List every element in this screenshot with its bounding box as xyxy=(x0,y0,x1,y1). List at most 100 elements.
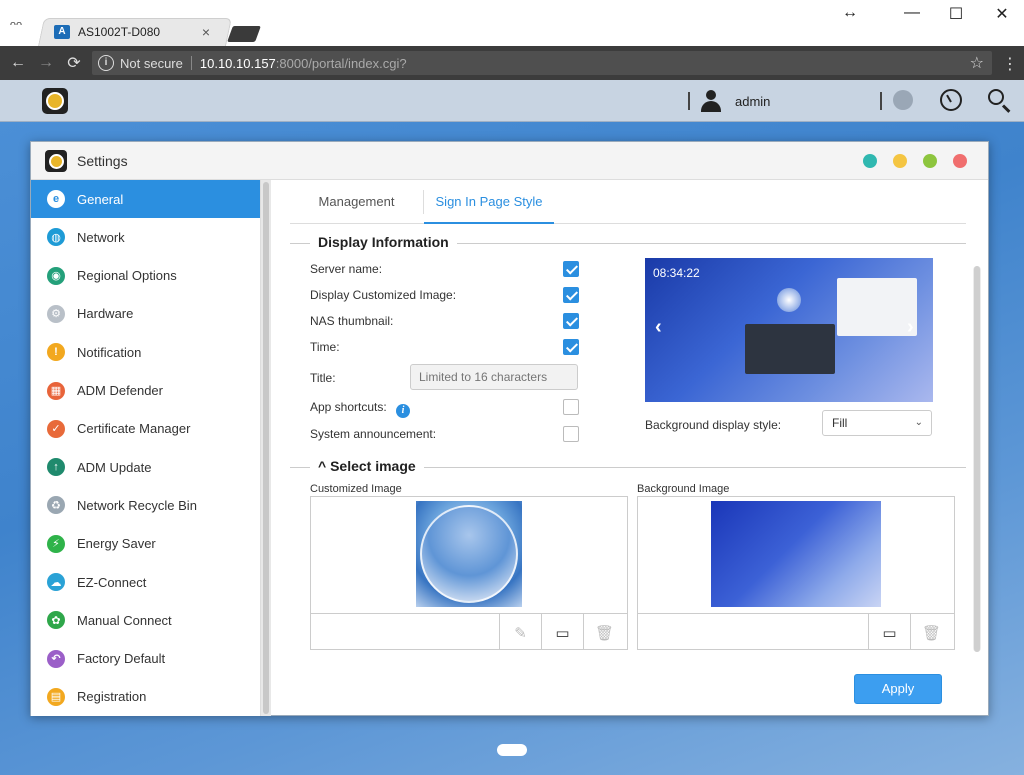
custom-image-thumbnail xyxy=(416,501,522,607)
new-tab-button[interactable] xyxy=(227,26,261,42)
notification-icon: ! xyxy=(47,343,65,362)
settings-content: Management Sign In Page Style Display In… xyxy=(272,180,988,716)
browse-background-button[interactable]: ▭ xyxy=(868,614,910,649)
registration-icon: ▤ xyxy=(47,687,65,706)
sidebar-item-network-recycle-bin[interactable]: ♻ Network Recycle Bin xyxy=(31,486,260,524)
dashboard-icon[interactable] xyxy=(940,89,962,111)
user-icon[interactable] xyxy=(700,90,722,112)
resize-icon: ↔ xyxy=(842,4,858,21)
title-input[interactable] xyxy=(410,364,578,390)
sidebar-item-notification[interactable]: ! Notification xyxy=(31,333,260,371)
regional-icon: ◉ xyxy=(47,266,65,285)
window-pin-button[interactable] xyxy=(863,154,877,168)
select-image-heading[interactable]: ^ Select image xyxy=(310,458,424,474)
window-header: Settings xyxy=(31,142,988,180)
browser-tab-strip: ᴖᴖ A AS1002T-D080 × ↔ — ☐ ✕ xyxy=(0,0,1024,46)
sign-in-preview: 08:34:22 ‹ › xyxy=(645,258,933,402)
sidebar-item-label: General xyxy=(77,191,124,207)
sidebar-item-ez-connect[interactable]: ☁ EZ-Connect xyxy=(31,563,260,601)
sidebar-item-certificate-manager[interactable]: ✓ Certificate Manager xyxy=(31,410,260,448)
content-scrollbar[interactable] xyxy=(973,266,981,652)
url-path: :8000/portal/index.cgi? xyxy=(275,55,407,71)
window-maximize-button[interactable] xyxy=(923,154,937,168)
sidebar-item-energy-saver[interactable]: ⚡ Energy Saver xyxy=(31,525,260,563)
bg-style-label: Background display style: xyxy=(645,418,782,432)
tab-close-icon[interactable]: × xyxy=(198,24,214,40)
bg-style-select[interactable]: Fill ⌄ xyxy=(822,410,932,436)
server-name-checkbox[interactable] xyxy=(563,261,579,277)
window-minimize-button[interactable] xyxy=(893,154,907,168)
notification-bell-icon[interactable] xyxy=(893,90,913,110)
chevron-right-icon[interactable]: › xyxy=(907,316,914,339)
reload-button[interactable]: ⟳ xyxy=(60,53,88,73)
sidebar-scrollbar[interactable] xyxy=(261,180,271,716)
address-bar[interactable]: i Not secure 10.10.10.157:8000/portal/in… xyxy=(92,51,992,75)
custom-image-caption: Customized Image xyxy=(310,483,402,495)
search-icon[interactable] xyxy=(988,89,1004,105)
window-close-button[interactable]: ✕ xyxy=(990,4,1014,24)
dock-handle[interactable] xyxy=(497,744,527,756)
window-close-button[interactable] xyxy=(953,154,967,168)
general-icon: e xyxy=(47,190,65,208)
sidebar-item-regional-options[interactable]: ◉ Regional Options xyxy=(31,257,260,295)
forward-button[interactable]: → xyxy=(32,54,60,72)
sidebar-item-adm-update[interactable]: ↑ ADM Update xyxy=(31,448,260,486)
bg-style-value: Fill xyxy=(832,416,848,430)
system-announcement-checkbox[interactable] xyxy=(563,426,579,442)
settings-sidebar: e General ◍ Network ◉ Regional Options ⚙ Hardwa… xyxy=(31,180,261,716)
sidebar-item-label: Hardware xyxy=(77,306,134,322)
bookmark-star-icon[interactable]: ☆ xyxy=(970,53,984,73)
custom-image-box: ✎ ▭ 🗑 xyxy=(310,496,628,650)
apply-button[interactable]: Apply xyxy=(854,674,942,704)
url-host: 10.10.10.157 xyxy=(199,55,276,71)
adm-taskbar: admin xyxy=(0,80,1024,122)
sidebar-item-general[interactable]: e General xyxy=(31,180,260,218)
browser-tab[interactable]: A AS1002T-D080 × xyxy=(46,18,222,46)
tab-management[interactable]: Management xyxy=(290,180,423,224)
minimize-button[interactable]: — xyxy=(900,4,924,22)
sidebar-item-label: Network xyxy=(77,229,125,245)
maximize-button[interactable]: ☐ xyxy=(944,4,968,24)
sidebar-item-registration[interactable]: ▤ Registration xyxy=(31,678,260,716)
folder-icon: ▭ xyxy=(882,625,897,642)
username-label[interactable]: admin xyxy=(735,94,770,109)
sidebar-item-manual-connect[interactable]: ✿ Manual Connect xyxy=(31,601,260,639)
sidebar-item-factory-default[interactable]: ↶ Factory Default xyxy=(31,640,260,678)
sidebar-item-label: Manual Connect xyxy=(77,612,172,628)
collapse-caret-icon[interactable]: ^ xyxy=(318,458,326,474)
sidebar-item-network[interactable]: ◍ Network xyxy=(31,218,260,256)
delete-background-button[interactable]: 🗑 xyxy=(910,614,952,649)
security-status: Not secure xyxy=(120,55,183,71)
time-label: Time: xyxy=(310,340,340,354)
info-icon[interactable]: i xyxy=(98,55,114,71)
update-icon: ↑ xyxy=(47,458,65,477)
sidebar-item-label: Certificate Manager xyxy=(77,421,191,437)
tab-sign-in-page-style[interactable]: Sign In Page Style xyxy=(424,180,554,224)
globe-icon: ◍ xyxy=(47,228,65,247)
time-checkbox[interactable] xyxy=(563,339,579,355)
back-button[interactable]: ← xyxy=(4,54,32,72)
nas-thumbnail-checkbox[interactable] xyxy=(563,313,579,329)
sidebar-item-adm-defender[interactable]: ▦ ADM Defender xyxy=(31,372,260,410)
browser-menu-icon[interactable]: ⋮ xyxy=(1002,54,1018,74)
browse-image-button[interactable]: ▭ xyxy=(541,614,583,649)
adm-home-icon[interactable] xyxy=(42,88,68,114)
system-announcement-label: System announcement: xyxy=(310,427,437,441)
nas-thumbnail-label: NAS thumbnail: xyxy=(310,314,394,328)
browser-toolbar: ← → ⟳ i Not secure 10.10.10.157:8000/por… xyxy=(0,46,1024,80)
hardware-icon: ⚙ xyxy=(47,304,65,323)
cloud-icon: ☁ xyxy=(47,573,65,591)
delete-image-button[interactable]: 🗑 xyxy=(583,614,625,649)
app-shortcuts-checkbox[interactable] xyxy=(563,399,579,415)
edit-image-button[interactable]: ✎ xyxy=(499,614,541,649)
url-divider xyxy=(190,56,192,70)
help-info-icon[interactable]: i xyxy=(396,404,410,418)
custom-image-checkbox[interactable] xyxy=(563,287,579,303)
custom-image-actions: ✎ ▭ 🗑 xyxy=(311,613,627,649)
sidebar-item-hardware[interactable]: ⚙ Hardware xyxy=(31,295,260,333)
certificate-icon: ✓ xyxy=(47,419,65,438)
sidebar-item-label: Factory Default xyxy=(77,651,166,667)
sidebar-item-label: Network Recycle Bin xyxy=(77,497,197,513)
chevron-left-icon[interactable]: ‹ xyxy=(655,316,662,339)
title-label: Title: xyxy=(310,371,336,385)
